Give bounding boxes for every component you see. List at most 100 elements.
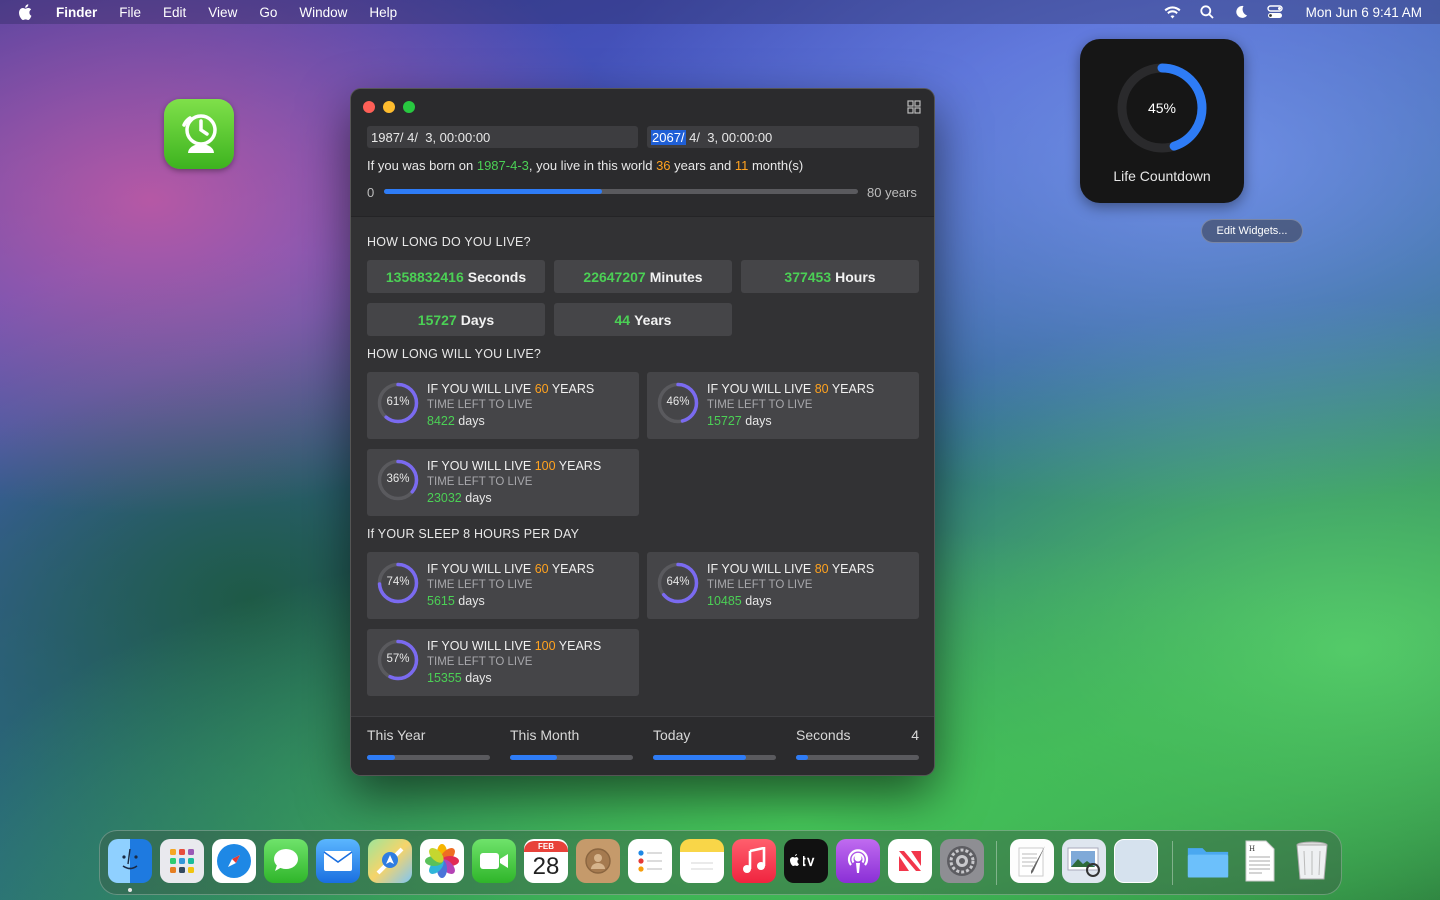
card-days: 15727 days [707,414,772,428]
podcasts-icon[interactable] [836,839,880,883]
trash-icon[interactable] [1290,839,1334,883]
maps-icon[interactable] [368,839,412,883]
card-heading-pre: IF YOU WILL LIVE [427,639,535,653]
mail-icon[interactable] [316,839,360,883]
window-header [351,89,934,217]
end-date-picker[interactable]: 2067/ 4/ 3, 00:00:00 [647,126,919,148]
stat-seconds-value: 1358832416 [385,268,464,285]
stat-minutes-unit: Minutes [649,268,703,285]
card-heading: IF YOU WILL LIVE 60 YEARS [427,562,594,576]
card-days-value: 8422 [427,414,455,428]
period-today: Today [653,727,776,760]
born-text-4: month(s) [748,158,804,173]
menu-window[interactable]: Window [299,5,347,20]
news-icon[interactable] [888,839,932,883]
menu-view[interactable]: View [208,5,237,20]
card-days: 23032 days [427,491,492,505]
birth-date-year[interactable]: 1987/ [371,130,404,145]
card-percent: 64% [666,576,690,588]
card-heading: IF YOU WILL LIVE 100 YEARS [427,459,601,473]
birth-date-rest[interactable]: 4/ 3, 00:00:00 [404,130,490,145]
focus-moon-icon[interactable] [1232,4,1250,20]
card-heading-pre: IF YOU WILL LIVE [707,382,815,396]
life-countdown-widget[interactable]: 45% Life Countdown [1080,39,1244,203]
stat-years-unit: Years [634,311,672,328]
card-years: 80 [814,382,829,396]
period-fill [367,755,396,760]
apple-menu-icon[interactable] [18,4,36,20]
card-days: 8422 days [427,414,485,428]
photos-icon[interactable] [420,839,464,883]
card-heading: IF YOU WILL LIVE 100 YEARS [427,639,601,653]
card-days-unit: days [741,414,772,428]
period-seconds: Seconds 4 [796,727,919,760]
search-icon[interactable] [1198,4,1216,20]
preview-icon[interactable] [1062,839,1106,883]
document-icon[interactable]: H [1238,839,1282,883]
grid-view-icon[interactable] [907,100,921,114]
reminders-icon[interactable] [628,839,672,883]
period-track [367,755,490,760]
period-fill [653,755,747,760]
born-text-2: , you live in this world [528,158,657,173]
stat-years: 44 Years [554,303,732,336]
menu-go[interactable]: Go [259,5,277,20]
control-center-icon[interactable] [1266,4,1284,20]
blank-app-icon[interactable] [1114,839,1158,883]
card-heading-post: YEARS [555,639,602,653]
menu-help[interactable]: Help [369,5,397,20]
menu-file[interactable]: File [119,5,141,20]
stat-hours-value: 377453 [784,268,832,285]
dock-separator [1172,841,1173,885]
sleep-card-60: 74% IF YOU WILL LIVE 60 YEARS TIME LEFT … [367,552,639,619]
card-days: 5615 days [427,594,485,608]
card-subtitle: TIME LEFT TO LIVE [427,476,533,488]
menu-edit[interactable]: Edit [163,5,186,20]
wifi-icon[interactable] [1164,4,1182,20]
close-window-button[interactable] [363,101,375,113]
facetime-icon[interactable] [472,839,516,883]
card-heading-post: YEARS [555,459,602,473]
safari-icon[interactable] [212,839,256,883]
sleep-title: If YOUR SLEEP 8 HOURS PER DAY [367,527,580,541]
stat-hours-unit: Hours [835,268,876,285]
card-heading-post: YEARS [828,562,875,576]
dock: FEB 28 H [99,830,1342,895]
period-this-year: This Year [367,727,490,760]
textedit-icon[interactable] [1010,839,1054,883]
zoom-window-button[interactable] [403,101,415,113]
end-date-year[interactable]: 2067/ [651,129,686,145]
svg-text:H: H [1249,845,1255,853]
minimize-window-button[interactable] [383,101,395,113]
finder-icon[interactable] [108,839,152,883]
launchpad-icon[interactable] [160,839,204,883]
card-subtitle: TIME LEFT TO LIVE [427,579,533,591]
sleep-card-80: 64% IF YOU WILL LIVE 80 YEARS TIME LEFT … [647,552,919,619]
edit-widgets-button[interactable]: Edit Widgets... [1201,219,1303,243]
end-date-rest[interactable]: 4/ 3, 00:00:00 [686,130,772,145]
stat-minutes: 22647207 Minutes [554,260,732,293]
notes-icon[interactable] [680,839,724,883]
music-icon[interactable] [732,839,776,883]
card-heading-pre: IF YOU WILL LIVE [427,459,535,473]
life-countdown-desktop-icon[interactable] [164,99,234,169]
card-heading-post: YEARS [828,382,875,396]
messages-icon[interactable] [264,839,308,883]
menubar-clock[interactable]: Mon Jun 6 9:41 AM [1306,5,1422,20]
will-live-card-100: 36% IF YOU WILL LIVE 100 YEARS TIME LEFT… [367,449,639,516]
stat-days: 15727 Days [367,303,545,336]
born-months: 11 [734,158,749,173]
contacts-icon[interactable] [576,839,620,883]
range-min-label: 0 [367,185,375,200]
tv-icon[interactable] [784,839,828,883]
birth-date-picker[interactable]: 1987/ 4/ 3, 00:00:00 [367,126,638,148]
folder-icon[interactable] [1186,839,1230,883]
system-settings-icon[interactable] [940,839,984,883]
menu-finder[interactable]: Finder [56,5,97,20]
born-date: 1987-4-3 [476,158,529,173]
calendar-icon[interactable]: FEB 28 [524,839,568,883]
widget-title: Life Countdown [1113,168,1211,184]
born-text-1: If you was born on [367,158,477,173]
range-max-label: 80 years [867,185,917,200]
card-days: 15355 days [427,671,492,685]
